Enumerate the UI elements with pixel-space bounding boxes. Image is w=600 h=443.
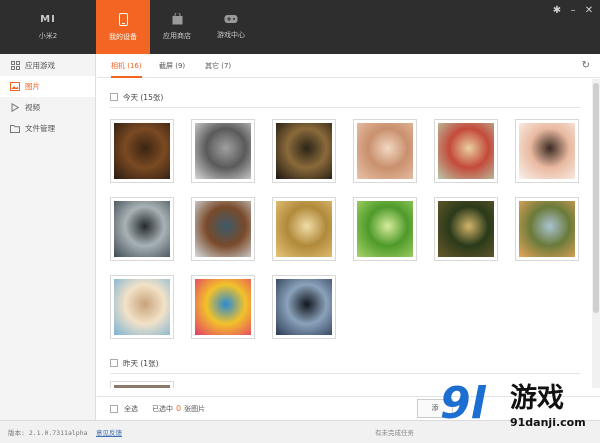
photo-thumbnail-golden-hills[interactable] — [272, 197, 336, 261]
settings-icon[interactable]: ✱ — [552, 6, 562, 16]
photo-image — [195, 279, 251, 335]
tab-my-device[interactable]: 我的设备 — [96, 0, 150, 54]
photo-thumbnail-dark-portrait[interactable] — [110, 119, 174, 183]
sidebar-item-videos[interactable]: 视频 — [0, 97, 95, 118]
sidebar-item-label: 文件管理 — [25, 124, 55, 133]
divider — [110, 373, 580, 374]
tab-label: 应用商店 — [163, 32, 191, 40]
selected-suffix: 张图片 — [184, 404, 206, 413]
photo-thumbnail-eye-closeup[interactable] — [353, 119, 417, 183]
tab-label: 游戏中心 — [217, 31, 245, 39]
divider — [110, 107, 580, 108]
photo-image — [114, 279, 170, 335]
version-label: 版本: 2.1.0.7311alpha — [8, 429, 88, 437]
photo-subtabs: 相机 (16) 截屏 (9) 其它 (7) ↻ — [97, 54, 600, 78]
photo-image — [114, 201, 170, 257]
selected-prefix: 已选中 — [152, 404, 173, 413]
group-title: 今天 (15张) — [123, 92, 164, 102]
device-tab[interactable]: MI 小米2 — [0, 0, 96, 54]
photo-thumbnail-puppy[interactable] — [110, 275, 174, 339]
photo-image — [276, 279, 332, 335]
photo-image — [195, 201, 251, 257]
mi-logo-icon: MI — [40, 13, 56, 25]
tasks-status[interactable]: 有未完成任务 — [375, 427, 414, 437]
scrollbar-thumb[interactable] — [593, 83, 599, 313]
site-watermark: 9l 游戏 91danji.com — [440, 380, 600, 440]
watermark-url: 91danji.com — [510, 416, 586, 429]
top-bar: MI 小米2 我的设备 应用商店 游戏中心 ✱ – ✕ — [0, 0, 600, 54]
photo-image — [519, 201, 575, 257]
sidebar-item-images[interactable]: 图片 — [0, 76, 95, 97]
phone-icon — [118, 12, 128, 26]
tab-label: 我的设备 — [109, 32, 137, 41]
select-all-checkbox[interactable] — [110, 404, 118, 413]
photo-thumbnail-forest-light[interactable] — [434, 197, 498, 261]
photo-thumbnail-boots-bw[interactable] — [191, 119, 255, 183]
photo-image — [438, 201, 494, 257]
sidebar: 应用游戏 图片 视频 文件管理 — [0, 54, 96, 420]
photo-thumbnail-bear-waterfall[interactable] — [191, 197, 255, 261]
photo-image — [276, 201, 332, 257]
sidebar-item-label: 图片 — [25, 82, 40, 91]
tab-game-center[interactable]: 游戏中心 — [204, 0, 258, 54]
photo-image — [114, 123, 170, 179]
group-today-header[interactable]: 今天 (15张) — [110, 90, 163, 104]
photo-thumbnail-sunset-field[interactable] — [515, 197, 579, 261]
sidebar-item-files[interactable]: 文件管理 — [0, 118, 95, 139]
tab-other[interactable]: 其它 (7) — [205, 54, 231, 78]
watermark-text: 游戏 — [510, 383, 564, 414]
photo-gallery: 今天 (15张) 昨天 (1张) — [97, 79, 592, 388]
photo-image — [195, 123, 251, 179]
photo-thumbnail-baby-face[interactable] — [515, 119, 579, 183]
feedback-link[interactable]: 意见反馈 — [96, 427, 122, 437]
group-title: 昨天 (1张) — [123, 358, 159, 368]
play-icon — [10, 103, 20, 113]
tab-camera[interactable]: 相机 (16) — [111, 54, 142, 78]
group-checkbox[interactable] — [110, 93, 118, 101]
tab-app-store[interactable]: 应用商店 — [150, 0, 204, 54]
sidebar-item-label: 视频 — [25, 103, 40, 112]
photo-thumbnail-child-playing[interactable] — [434, 119, 498, 183]
device-name: 小米2 — [38, 31, 58, 40]
select-all-label[interactable]: 全选 — [124, 404, 138, 414]
photo-thumbnail-green-hills[interactable] — [353, 197, 417, 261]
photo-image — [357, 123, 413, 179]
photo-image — [357, 201, 413, 257]
window-controls: ✱ – ✕ — [552, 6, 594, 16]
photo-image — [438, 123, 494, 179]
bag-icon — [172, 12, 183, 25]
group-checkbox[interactable] — [110, 359, 118, 367]
photo-image — [519, 123, 575, 179]
sidebar-item-label: 应用游戏 — [25, 61, 55, 70]
scrollbar[interactable] — [592, 79, 600, 388]
photo-thumbnail-smoking-man[interactable] — [272, 119, 336, 183]
refresh-icon[interactable]: ↻ — [582, 60, 590, 72]
photo-thumbnail-partial[interactable] — [110, 381, 174, 388]
apps-grid-icon — [10, 61, 20, 71]
photo-thumbnail-hot-air-balloon[interactable] — [191, 275, 255, 339]
selected-count: 0 — [176, 404, 182, 413]
gamepad-icon — [224, 14, 238, 24]
image-icon — [10, 82, 20, 92]
tab-screenshots[interactable]: 截屏 (9) — [159, 54, 185, 78]
sidebar-item-apps[interactable]: 应用游戏 — [0, 55, 95, 76]
photo-thumbnail-dog-at-window[interactable] — [110, 197, 174, 261]
photo-thumbnail-city-harbor[interactable] — [272, 275, 336, 339]
close-icon[interactable]: ✕ — [584, 6, 594, 16]
minimize-icon[interactable]: – — [568, 6, 578, 16]
watermark-logo: 9l — [440, 378, 486, 429]
folder-icon — [10, 124, 20, 134]
group-yesterday-header[interactable]: 昨天 (1张) — [110, 356, 159, 370]
photo-image — [276, 123, 332, 179]
